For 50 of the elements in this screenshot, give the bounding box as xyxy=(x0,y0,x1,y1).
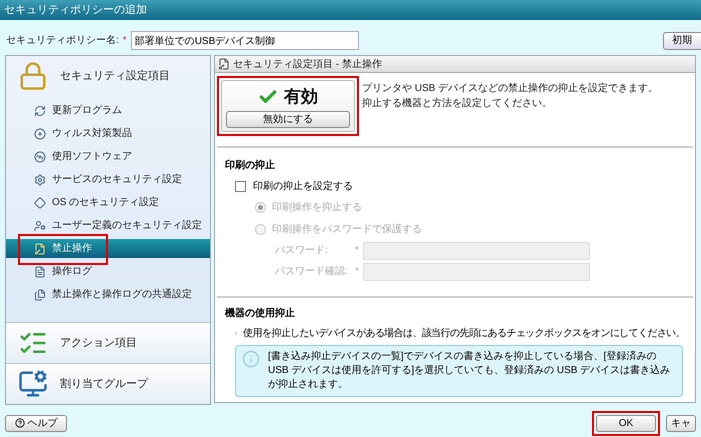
sidebar-item[interactable]: 禁止操作と操作ログの共通設定 xyxy=(6,285,210,304)
document-key-icon xyxy=(218,58,230,70)
section-title[interactable]: 割り当てグループ xyxy=(60,376,148,392)
radio-label: 印刷操作をパスワードで保護する xyxy=(272,222,422,236)
gear-icon xyxy=(34,174,46,186)
sidebar-item[interactable]: 操作ログ xyxy=(6,262,210,281)
sidebar-item[interactable]: サービスのセキュリティ設定 xyxy=(6,170,210,189)
checkbox[interactable] xyxy=(235,180,246,192)
disable-button[interactable]: 無効にする xyxy=(226,111,350,128)
section-title[interactable]: セキュリティ設定項目 xyxy=(60,68,170,84)
section-heading: 機器の使用抑止 xyxy=(225,306,296,320)
sidebar-item[interactable]: 更新プログラム xyxy=(6,101,210,120)
dialog-button[interactable]: キャ xyxy=(666,414,696,432)
disk-icon xyxy=(34,128,46,140)
sidebar-item[interactable]: OS のセキュリティ設定 xyxy=(6,193,210,212)
checkbox-label: 印刷の抑止を設定する xyxy=(253,180,353,194)
field-label: パスワード: xyxy=(275,244,329,258)
required-mark: * xyxy=(355,265,360,279)
sidebar-item[interactable]: 禁止操作 xyxy=(6,239,210,258)
cd-icon xyxy=(34,150,46,162)
policy-name-field[interactable]: 部署単位でのUSBデバイス制御 xyxy=(130,31,359,50)
sidebar-item[interactable]: ウィルス対策製品 xyxy=(6,124,210,143)
monitor-icon xyxy=(18,369,48,399)
reset-button[interactable]: 初期 xyxy=(663,32,701,50)
note-text: 使用を抑止したいデバイスがある場合は、該当行の先頭にあるチェックボックスをオンにしてください。 xyxy=(243,326,685,340)
description-text: プリンタや USB デバイスなどの禁止操作の抑止を設定できます。 xyxy=(362,82,658,96)
document-key-icon xyxy=(34,242,46,254)
section-heading: 印刷の抑止 xyxy=(225,158,276,172)
window-title: セキュリティポリシーの追加 xyxy=(4,2,147,18)
help-button[interactable]: ヘルプ xyxy=(5,414,67,432)
field-label: パスワード確認: xyxy=(275,264,349,279)
help-icon xyxy=(14,418,24,428)
panel-title: セキュリティ設定項目 - 禁止操作 xyxy=(233,58,382,72)
field-label: セキュリティポリシー名: xyxy=(6,34,119,48)
diamond-icon xyxy=(34,196,46,208)
radio-label: 印刷操作を抑止する xyxy=(272,200,362,214)
documents-icon xyxy=(34,288,46,300)
status-label: 有効 xyxy=(284,86,318,108)
user-gear-icon xyxy=(34,220,46,232)
section-title[interactable]: アクション項目 xyxy=(60,334,137,352)
lock-icon xyxy=(18,61,48,91)
refresh-icon xyxy=(34,104,46,116)
required-mark: * xyxy=(355,244,360,258)
required-mark: * xyxy=(122,34,127,48)
dialog-button[interactable]: OK xyxy=(596,414,656,432)
info-text: [書き込み抑止デバイスの一覧]でデバイスの書き込みを抑止している場合、[登録済みの USB デバイスは使用を許可する]を選択していても、登録済みの USB デバイスは書き込みが抑止されます。 xyxy=(268,350,672,392)
document-icon xyxy=(34,266,46,278)
sidebar-item[interactable]: ユーザー定義のセキュリティ設定 xyxy=(6,216,210,235)
description-text: 抑止する機器と方法を設定してください。 xyxy=(362,96,553,111)
sidebar-item[interactable]: 使用ソフトウェア xyxy=(6,147,210,166)
